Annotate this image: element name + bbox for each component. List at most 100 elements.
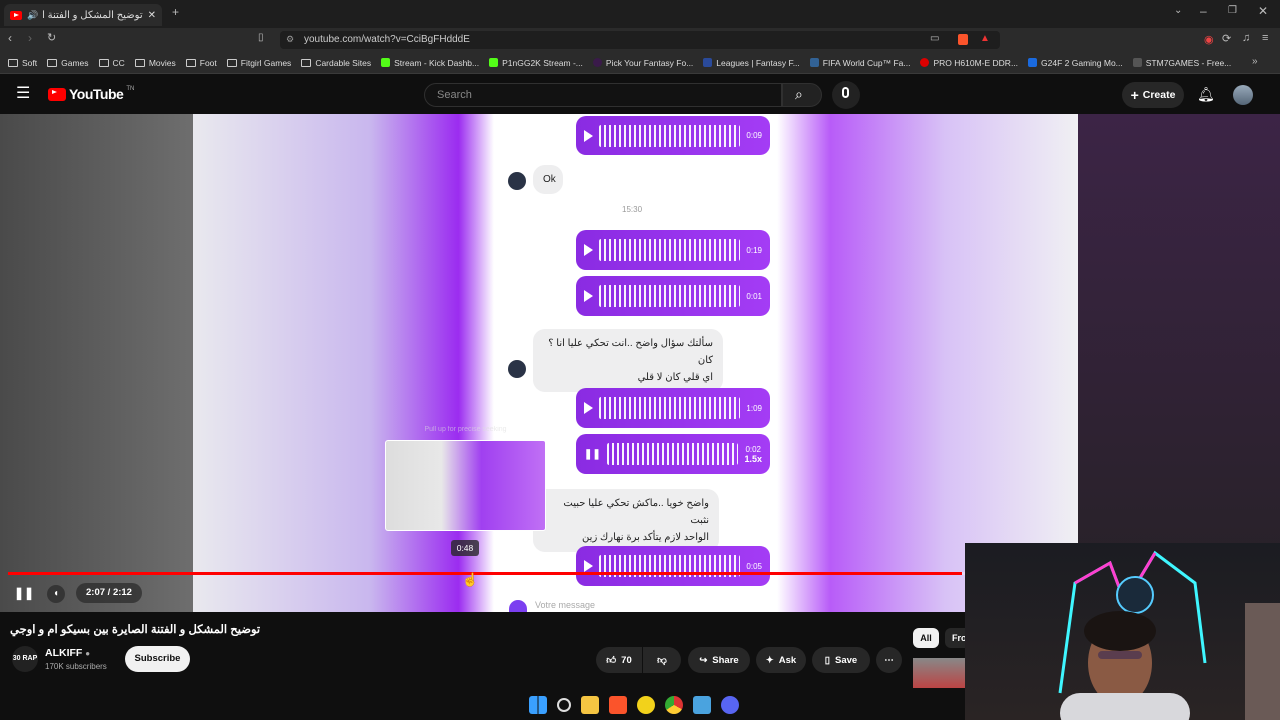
back-icon[interactable]: ‹ [8,31,12,45]
youtube-logo[interactable]: YouTube TN [48,86,134,102]
dislike-button[interactable]: 👎︎ [643,647,681,673]
tab-title: توضيح المشكل و الفتنة الصايرة [43,9,143,21]
waveform [599,285,741,307]
bookmark-label: Pick Your Fantasy Fo... [605,57,694,68]
close-window-icon[interactable]: ✕ [1258,4,1268,18]
pause-button[interactable]: ❚❚ [14,586,34,600]
bookmark-msi[interactable]: PRO H610M-E DDR... [920,58,1018,68]
channel-name[interactable]: ALKIFF ● [45,647,90,659]
bookmarks-overflow-icon[interactable]: » [1252,56,1258,67]
audio-duration: 0:19 [746,245,762,255]
bookmark-fantasy[interactable]: Pick Your Fantasy Fo... [592,57,694,68]
bookmark-foot[interactable]: Foot [185,58,217,68]
site-icon [1132,58,1142,67]
new-tab-icon[interactable]: + [172,5,179,19]
reload-icon[interactable]: ↻ [47,31,56,44]
bookmark-cardable[interactable]: Cardable Sites [301,58,371,68]
bookmark-kick-dashboard[interactable]: Stream - Kick Dashb... [381,58,479,68]
folder-icon [185,58,196,67]
audio-message-playing: ❚❚ 0:02 1.5x [576,434,770,474]
bookmark-p1ngg2k[interactable]: P1nGG2K Stream -... [489,58,583,68]
chrome-icon[interactable] [665,696,683,714]
audio-message: 0:05 [576,546,770,586]
save-button[interactable]: ▯ Save [812,647,870,673]
folder-icon [8,58,18,67]
bookmarks-bar: Soft Games CC Movies Foot Fitgirl Games … [0,52,1280,74]
bookmark-movies[interactable]: Movies [134,58,176,68]
search-taskbar-icon[interactable] [557,698,571,712]
chevron-down-icon[interactable]: ⌄ [1174,5,1182,16]
search-input[interactable]: Search [424,83,782,107]
gaming-logo [1116,576,1154,614]
incoming-message: سألتك سؤال واضح ..انت تحكي عليا انا ؟ كا… [533,329,723,392]
more-actions-button[interactable]: ⋯ [876,647,902,673]
bookmark-fitgirl[interactable]: Fitgirl Games [226,58,291,68]
file-explorer-icon[interactable] [581,696,599,714]
chip-all[interactable]: All [913,628,939,648]
background-wall [1245,603,1280,720]
audio-message: 0:19 [576,230,770,270]
forward-icon[interactable]: › [28,31,32,45]
voice-search-button[interactable] [832,81,860,109]
site-icon [1028,58,1038,67]
recommended-thumbnail[interactable] [913,658,965,688]
channel-avatar[interactable]: 30 RAP [12,646,38,672]
msi-icon [920,58,930,67]
bookmark-games[interactable]: Games [47,57,89,68]
extensions-icon[interactable]: ◉ [1204,33,1214,46]
sync-icon[interactable]: ⟳ [1222,32,1231,45]
bookmark-soft[interactable]: Soft [8,58,37,68]
bookmark-label: Stream - Kick Dashb... [394,57,480,68]
brave-shield-icon[interactable] [958,34,968,45]
tab-close-icon[interactable]: ✕ [148,10,156,21]
share-button[interactable]: ↪ Share [688,647,750,673]
url-field[interactable]: ⚙ youtube.com/watch?v=CciBgFHdddE ▭ ▲ [280,31,1000,49]
create-button[interactable]: + Create [1122,82,1184,108]
message-line: الواحد لازم يتأكد برة نهارك زين [582,532,709,543]
discord-icon[interactable] [721,696,739,714]
duck-app-icon[interactable] [637,696,655,714]
play-icon [584,402,593,414]
thumbs-up-icon: 👍︎ [606,655,617,666]
incoming-message: واضح خويا ..ماكش تحكي عليا حبيت نثبت الو… [533,489,719,552]
bookmark-fifa[interactable]: FIFA World Cup™ Fa... [809,58,910,68]
windows-start-icon[interactable] [529,696,547,714]
account-avatar[interactable] [1233,85,1253,105]
remote-desktop-icon[interactable] [693,696,711,714]
speaker-icon[interactable]: 🔊 [27,10,38,21]
volume-icon[interactable]: ◖ [47,585,65,603]
brave-rewards-icon[interactable]: ▲ [980,33,990,44]
subscriber-count: 170K subscribers [45,662,107,671]
bookmark-leagues[interactable]: Leagues | Fantasy F... [703,58,800,68]
subscribe-button[interactable]: Subscribe [125,646,190,672]
bookmark-stm7[interactable]: STM7GAMES - Free... [1132,58,1231,68]
like-button[interactable]: 👍︎ 70 [596,647,642,673]
notifications-bell-icon[interactable]: 🔔︎ [1197,86,1215,103]
cast-icon[interactable]: ▭ [930,33,939,44]
hamburger-menu-icon[interactable]: ☰ [16,86,30,102]
browser-tab[interactable]: 🔊 توضيح المشكل و الفتنة الصايرة ✕ [4,4,162,26]
puzzle-icon[interactable]: ♫ [1242,32,1250,44]
message-line: واضح خويا ..ماكش تحكي عليا حبيت نثبت [563,498,709,526]
site-info-icon[interactable]: ⚙ [286,34,294,45]
brave-browser-icon[interactable] [609,696,627,714]
search-button[interactable]: ⌕ [782,83,822,107]
folder-icon [134,58,145,67]
menu-icon[interactable]: ≡ [1262,32,1268,44]
audio-message: 0:09 [576,116,770,155]
site-icon [592,58,602,67]
chip-from[interactable]: Fro [945,628,965,648]
sparkle-icon: ✦ [765,654,774,666]
bookmark-cc[interactable]: CC [98,58,125,68]
progress-bar-played [8,572,963,575]
maximize-icon[interactable]: ❐ [1228,5,1237,16]
channel-name-text: ALKIFF [45,647,83,659]
minimize-icon[interactable]: – [1200,4,1207,18]
pause-icon: ❚❚ [584,448,601,460]
waveform [599,124,741,147]
youtube-wordmark: YouTube [69,86,124,102]
bookmark-label: Games [61,57,89,68]
bookmark-icon[interactable]: ▯ [258,32,264,43]
bookmark-g24f[interactable]: G24F 2 Gaming Mo... [1028,58,1123,68]
ask-button[interactable]: ✦ Ask [756,647,806,673]
